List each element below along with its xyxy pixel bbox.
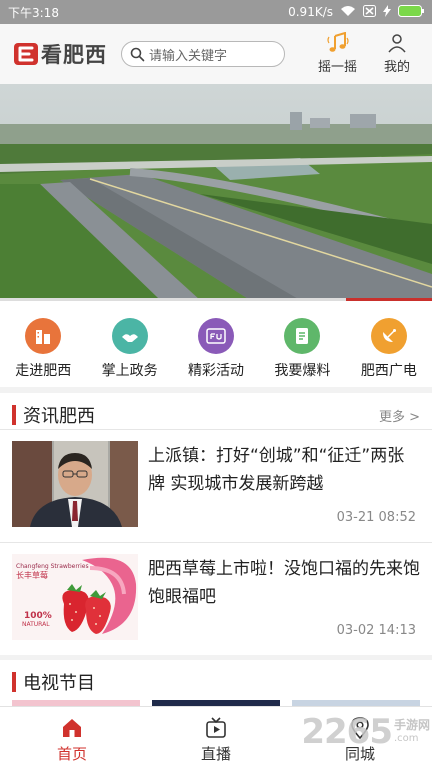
user-icon: [388, 34, 406, 53]
logo-text: 看肥西: [41, 43, 107, 67]
search-icon: [130, 47, 145, 61]
banner-image: [0, 84, 432, 300]
banner-carousel[interactable]: [0, 84, 432, 300]
tab-label: 首页: [56, 745, 87, 763]
nav-item-broadcast[interactable]: 肥西广电: [346, 301, 432, 387]
nav-label: 掌上政务: [101, 363, 158, 379]
nav-label: 精彩活动: [188, 363, 245, 379]
nav-label: 我要爆料: [274, 363, 331, 379]
shake-button[interactable]: 摇一摇: [318, 32, 357, 75]
tv-section-title: 电视节目: [23, 673, 95, 694]
watermark-text: 手游网: [393, 718, 430, 732]
site-watermark: 2265 手游网 .com: [301, 712, 430, 752]
mine-label: 我的: [384, 60, 411, 75]
search-input[interactable]: 请输入关键字: [121, 41, 285, 67]
section-marker: [12, 672, 16, 692]
document-icon: [284, 318, 321, 354]
news-section-title: 资讯肥西: [23, 406, 95, 427]
news-title: 上派镇：打好“创城”和“征迁”两张牌 实现城市发展新跨越: [148, 446, 405, 494]
app-header: 看肥西 请输入关键字 摇一摇 我的: [0, 24, 432, 84]
nav-item-activities[interactable]: 精彩活动: [173, 301, 259, 387]
nav-label: 走进肥西: [15, 363, 72, 379]
nav-item-explore-feixi[interactable]: 走进肥西: [0, 301, 86, 387]
svg-text:100%: 100%: [24, 611, 52, 621]
app-logo: 看肥西: [14, 39, 107, 69]
network-speed: 0.91K/s: [288, 5, 333, 19]
status-bar: 下午3:18 0.91K/s: [0, 0, 432, 24]
tab-live[interactable]: 直播: [144, 707, 288, 768]
handshake-icon: [111, 318, 148, 354]
fun-icon: [198, 318, 235, 354]
section-marker: [12, 405, 16, 425]
news-item[interactable]: Changfeng Strawberries 长丰草莓 100% NATURAL…: [0, 542, 432, 655]
building-icon: [25, 318, 62, 354]
news-title: 肥西草莓上市啦！没饱口福的先来饱饱眼福吧: [148, 559, 420, 607]
tab-label: 直播: [200, 745, 231, 763]
battery-icon: [398, 4, 424, 20]
more-link[interactable]: 更多 >: [379, 406, 420, 425]
search-placeholder: 请输入关键字: [149, 48, 228, 64]
nav-label: 肥西广电: [360, 363, 417, 379]
news-time: 03-02 14:13: [336, 623, 416, 638]
watermark-number: 2265: [301, 712, 393, 752]
wifi-icon: [340, 5, 356, 20]
nav-item-gov-affairs[interactable]: 掌上政务: [86, 301, 172, 387]
sim-icon: [363, 4, 376, 20]
mine-button[interactable]: 我的: [384, 32, 410, 75]
quick-nav: 走进肥西 掌上政务 精彩活动 我要爆料 肥西广电: [0, 301, 432, 387]
svg-text:长丰草莓: 长丰草莓: [16, 570, 48, 580]
music-note-icon: [326, 32, 349, 52]
watermark-domain: .com: [393, 733, 419, 744]
tv-icon: [206, 717, 226, 738]
news-item[interactable]: 上派镇：打好“创城”和“征迁”两张牌 实现城市发展新跨越 03-21 08:52: [0, 429, 432, 542]
home-icon: [63, 719, 81, 737]
satellite-dish-icon: [370, 318, 407, 354]
status-time: 下午3:18: [8, 5, 59, 20]
news-thumbnail: Changfeng Strawberries 长丰草莓 100% NATURAL: [12, 554, 138, 640]
charging-icon: [383, 4, 391, 20]
news-thumbnail: [12, 441, 138, 527]
news-time: 03-21 08:52: [336, 510, 416, 525]
tab-home[interactable]: 首页: [0, 707, 144, 768]
shake-label: 摇一摇: [318, 60, 358, 75]
svg-text:Changfeng Strawberries: Changfeng Strawberries: [16, 563, 89, 570]
svg-text:NATURAL: NATURAL: [22, 621, 50, 628]
news-section: 资讯肥西 更多 > 上派镇：打好“创城”和“征迁”两张牌 实现城市发展新跨越 0…: [0, 393, 432, 655]
nav-item-report-news[interactable]: 我要爆料: [259, 301, 345, 387]
logo-icon: [14, 43, 38, 65]
tv-section-header: 电视节目: [0, 660, 432, 704]
app-screen: 下午3:18 0.91K/s 看肥西 请输入关键字 摇一摇 我的 走进肥西 掌上…: [0, 0, 432, 768]
